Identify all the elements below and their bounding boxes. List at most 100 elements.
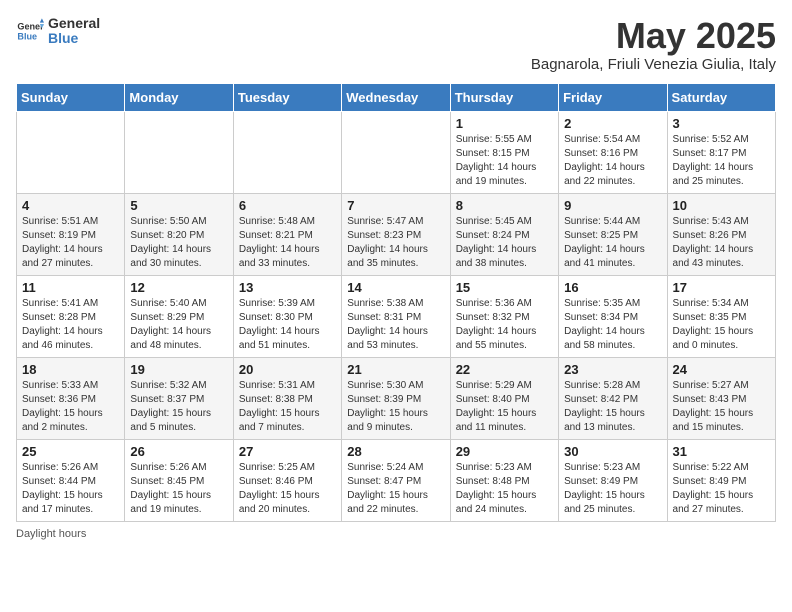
calendar-cell: 9 Sunrise: 5:44 AM Sunset: 8:25 PM Daylig…: [559, 193, 667, 275]
calendar-cell: 1 Sunrise: 5:55 AM Sunset: 8:15 PM Daylig…: [450, 111, 558, 193]
day-info: Sunrise: 5:27 AM Sunset: 8:43 PM Dayligh…: [673, 379, 770, 435]
day-number: 14: [347, 280, 444, 295]
calendar-cell: 5 Sunrise: 5:50 AM Sunset: 8:20 PM Daylig…: [125, 193, 233, 275]
calendar-cell: 14Sunrise: 5:38 AM Sunset: 8:31 PM Dayli…: [342, 275, 450, 357]
calendar-cell: 6 Sunrise: 5:48 AM Sunset: 8:21 PM Daylig…: [233, 193, 341, 275]
calendar-cell: 29 Sunrise: 5:23 AM Sunset: 8:48 PM Dayli…: [450, 439, 558, 521]
day-info: Sunrise: 5:24 AM Sunset: 8:47 PM Dayligh…: [347, 461, 444, 517]
day-number: 27: [239, 444, 336, 459]
day-number: 1: [456, 116, 553, 131]
calendar-cell: 11Sunrise: 5:41 AM Sunset: 8:28 PM Dayli…: [17, 275, 125, 357]
day-header-saturday: Saturday: [667, 83, 775, 111]
day-info: Sunrise: 5:48 AM Sunset: 8:21 PM Dayligh…: [239, 215, 336, 271]
calendar-title: May 2025: [531, 16, 776, 56]
calendar-cell: 19 Sunrise: 5:32 AM Sunset: 8:37 PM Dayli…: [125, 357, 233, 439]
day-info: Sunrise: 5:40 AM Sunset: 8:29 PM Dayligh…: [130, 297, 227, 353]
day-info: Sunrise: 5:34 AM Sunset: 8:35 PM Dayligh…: [673, 297, 770, 353]
calendar-cell: 31Sunrise: 5:22 AM Sunset: 8:49 PM Dayli…: [667, 439, 775, 521]
day-number: 18: [22, 362, 119, 377]
day-number: 16: [564, 280, 661, 295]
page-header: General Blue General Blue May 2025 Bagna…: [16, 16, 776, 73]
week-row-3: 11Sunrise: 5:41 AM Sunset: 8:28 PM Dayli…: [17, 275, 776, 357]
calendar-cell: 27 Sunrise: 5:25 AM Sunset: 8:46 PM Dayli…: [233, 439, 341, 521]
day-number: 13: [239, 280, 336, 295]
week-row-5: 25 Sunrise: 5:26 AM Sunset: 8:44 PM Dayli…: [17, 439, 776, 521]
day-info: Sunrise: 5:45 AM Sunset: 8:24 PM Dayligh…: [456, 215, 553, 271]
day-number: 17: [673, 280, 770, 295]
day-number: 10: [673, 198, 770, 213]
day-number: 30: [564, 444, 661, 459]
day-header-monday: Monday: [125, 83, 233, 111]
calendar-cell: 4Sunrise: 5:51 AM Sunset: 8:19 PM Daylig…: [17, 193, 125, 275]
day-info: Sunrise: 5:29 AM Sunset: 8:40 PM Dayligh…: [456, 379, 553, 435]
calendar-cell: 23 Sunrise: 5:28 AM Sunset: 8:42 PM Dayli…: [559, 357, 667, 439]
week-row-4: 18 Sunrise: 5:33 AM Sunset: 8:36 PM Dayli…: [17, 357, 776, 439]
day-info: Sunrise: 5:35 AM Sunset: 8:34 PM Dayligh…: [564, 297, 661, 353]
calendar-cell: [342, 111, 450, 193]
day-number: 2: [564, 116, 661, 131]
day-number: 23: [564, 362, 661, 377]
day-info: Sunrise: 5:32 AM Sunset: 8:37 PM Dayligh…: [130, 379, 227, 435]
day-number: 20: [239, 362, 336, 377]
svg-text:General: General: [17, 22, 44, 32]
day-number: 8: [456, 198, 553, 213]
calendar-cell: 20 Sunrise: 5:31 AM Sunset: 8:38 PM Dayli…: [233, 357, 341, 439]
logo: General Blue General Blue: [16, 16, 100, 47]
day-number: 19: [130, 362, 227, 377]
day-info: Sunrise: 5:26 AM Sunset: 8:44 PM Dayligh…: [22, 461, 119, 517]
day-info: Sunrise: 5:23 AM Sunset: 8:49 PM Dayligh…: [564, 461, 661, 517]
svg-text:Blue: Blue: [17, 32, 37, 42]
day-header-tuesday: Tuesday: [233, 83, 341, 111]
calendar-cell: 10Sunrise: 5:43 AM Sunset: 8:26 PM Dayli…: [667, 193, 775, 275]
day-info: Sunrise: 5:26 AM Sunset: 8:45 PM Dayligh…: [130, 461, 227, 517]
day-header-sunday: Sunday: [17, 83, 125, 111]
day-number: 22: [456, 362, 553, 377]
calendar-cell: 12 Sunrise: 5:40 AM Sunset: 8:29 PM Dayli…: [125, 275, 233, 357]
calendar-cell: [233, 111, 341, 193]
day-info: Sunrise: 5:23 AM Sunset: 8:48 PM Dayligh…: [456, 461, 553, 517]
day-info: Sunrise: 5:22 AM Sunset: 8:49 PM Dayligh…: [673, 461, 770, 517]
day-info: Sunrise: 5:44 AM Sunset: 8:25 PM Dayligh…: [564, 215, 661, 271]
calendar-cell: 16 Sunrise: 5:35 AM Sunset: 8:34 PM Dayli…: [559, 275, 667, 357]
day-header-friday: Friday: [559, 83, 667, 111]
day-info: Sunrise: 5:28 AM Sunset: 8:42 PM Dayligh…: [564, 379, 661, 435]
day-info: Sunrise: 5:55 AM Sunset: 8:15 PM Dayligh…: [456, 133, 553, 189]
logo-blue-text: Blue: [48, 31, 100, 46]
header-row: SundayMondayTuesdayWednesdayThursdayFrid…: [17, 83, 776, 111]
calendar-cell: 8 Sunrise: 5:45 AM Sunset: 8:24 PM Daylig…: [450, 193, 558, 275]
calendar-cell: 18 Sunrise: 5:33 AM Sunset: 8:36 PM Dayli…: [17, 357, 125, 439]
day-number: 3: [673, 116, 770, 131]
day-info: Sunrise: 5:31 AM Sunset: 8:38 PM Dayligh…: [239, 379, 336, 435]
day-info: Sunrise: 5:41 AM Sunset: 8:28 PM Dayligh…: [22, 297, 119, 353]
day-number: 29: [456, 444, 553, 459]
calendar-subtitle: Bagnarola, Friuli Venezia Giulia, Italy: [531, 56, 776, 73]
day-number: 7: [347, 198, 444, 213]
calendar-cell: 15Sunrise: 5:36 AM Sunset: 8:32 PM Dayli…: [450, 275, 558, 357]
day-info: Sunrise: 5:47 AM Sunset: 8:23 PM Dayligh…: [347, 215, 444, 271]
day-number: 21: [347, 362, 444, 377]
day-number: 28: [347, 444, 444, 459]
calendar-cell: 26 Sunrise: 5:26 AM Sunset: 8:45 PM Dayli…: [125, 439, 233, 521]
day-header-thursday: Thursday: [450, 83, 558, 111]
day-info: Sunrise: 5:30 AM Sunset: 8:39 PM Dayligh…: [347, 379, 444, 435]
calendar-cell: [125, 111, 233, 193]
day-number: 9: [564, 198, 661, 213]
day-info: Sunrise: 5:25 AM Sunset: 8:46 PM Dayligh…: [239, 461, 336, 517]
calendar-cell: 21 Sunrise: 5:30 AM Sunset: 8:39 PM Dayli…: [342, 357, 450, 439]
day-number: 6: [239, 198, 336, 213]
day-info: Sunrise: 5:39 AM Sunset: 8:30 PM Dayligh…: [239, 297, 336, 353]
day-number: 12: [130, 280, 227, 295]
week-row-2: 4Sunrise: 5:51 AM Sunset: 8:19 PM Daylig…: [17, 193, 776, 275]
day-info: Sunrise: 5:33 AM Sunset: 8:36 PM Dayligh…: [22, 379, 119, 435]
calendar-cell: 25 Sunrise: 5:26 AM Sunset: 8:44 PM Dayli…: [17, 439, 125, 521]
day-info: Sunrise: 5:51 AM Sunset: 8:19 PM Dayligh…: [22, 215, 119, 271]
calendar-cell: 24 Sunrise: 5:27 AM Sunset: 8:43 PM Dayli…: [667, 357, 775, 439]
day-number: 26: [130, 444, 227, 459]
calendar-cell: 28 Sunrise: 5:24 AM Sunset: 8:47 PM Dayli…: [342, 439, 450, 521]
day-info: Sunrise: 5:50 AM Sunset: 8:20 PM Dayligh…: [130, 215, 227, 271]
calendar-cell: 3Sunrise: 5:52 AM Sunset: 8:17 PM Daylig…: [667, 111, 775, 193]
calendar-cell: [17, 111, 125, 193]
day-number: 25: [22, 444, 119, 459]
day-number: 24: [673, 362, 770, 377]
day-number: 5: [130, 198, 227, 213]
